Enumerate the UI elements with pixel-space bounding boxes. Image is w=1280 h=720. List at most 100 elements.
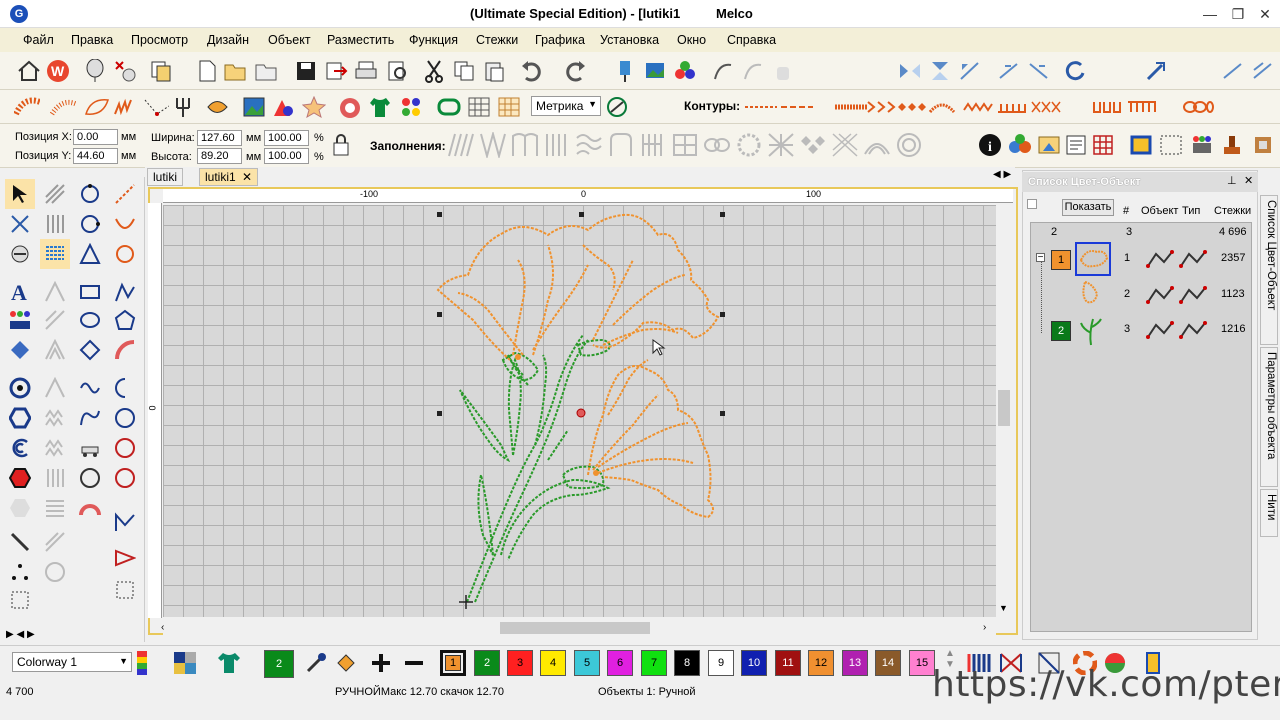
open-folder-icon[interactable] (223, 58, 249, 84)
dots-grid-icon[interactable] (1158, 132, 1184, 158)
close-icon[interactable]: ✕ (1253, 4, 1277, 24)
monogram-icon[interactable] (5, 335, 35, 365)
info-icon[interactable]: i (977, 132, 1003, 158)
grid-icon[interactable] (466, 94, 492, 120)
fill-chain-icon[interactable] (703, 132, 731, 158)
fill-gray1-icon[interactable] (40, 179, 70, 209)
team-names-icon[interactable] (5, 305, 35, 335)
picture-icon[interactable] (642, 58, 668, 84)
satin-fill-icon[interactable] (14, 94, 40, 120)
stitch-chart-icon[interactable] (1064, 132, 1090, 158)
contour-chain-icon[interactable] (1182, 94, 1214, 120)
hexagon-outline-icon[interactable] (5, 403, 35, 433)
fill-diamond-icon[interactable] (799, 132, 827, 158)
travel-icon[interactable] (710, 58, 736, 84)
contour-wave-icon[interactable] (928, 94, 956, 120)
leaf-outline-icon[interactable] (83, 94, 109, 120)
color-swatch-3[interactable]: 3 (507, 650, 533, 676)
add-color-icon[interactable] (368, 650, 394, 676)
menu-design[interactable]: Дизайн (207, 33, 249, 47)
paint-bucket-icon[interactable] (333, 650, 359, 676)
fill-gray3-icon[interactable] (40, 277, 70, 307)
fish-icon[interactable] (205, 94, 231, 120)
fill-curves-icon[interactable] (639, 132, 667, 158)
fill-column-icon[interactable] (511, 132, 539, 158)
toolbox-scroll-arrows[interactable]: ▶ ◀ ▶ (6, 629, 35, 640)
lock-icon[interactable] (328, 132, 354, 158)
frame-icon[interactable] (1037, 132, 1063, 158)
color-grid-icon[interactable] (172, 650, 198, 676)
restore-icon[interactable]: ❐ (1226, 4, 1250, 24)
color-swatch-5[interactable]: 5 (574, 650, 600, 676)
show-button[interactable]: Показать (1062, 199, 1114, 216)
wilcom-icon[interactable]: W (45, 58, 71, 84)
transform-icon[interactable] (5, 585, 35, 615)
spiral-icon[interactable] (5, 433, 35, 463)
balloon-icon[interactable] (82, 58, 108, 84)
undo-icon[interactable] (519, 58, 545, 84)
save-icon[interactable] (293, 58, 319, 84)
mirror-h-icon[interactable] (897, 58, 923, 84)
pos-x-input[interactable] (73, 129, 118, 145)
fill-motif-icon[interactable] (671, 132, 699, 158)
color-swatch-1[interactable]: 1 (440, 650, 466, 676)
color-chip[interactable]: 1 (1051, 250, 1071, 270)
contour-run-icon[interactable] (744, 94, 778, 120)
color-spools-icon[interactable] (672, 58, 698, 84)
skew2-icon[interactable] (1250, 58, 1276, 84)
fill-active-icon[interactable] (40, 239, 70, 269)
cc-icon[interactable] (75, 463, 105, 493)
scroll-down-icon[interactable]: ▼ (999, 603, 1008, 613)
fork-icon[interactable] (173, 94, 199, 120)
curve-ccw-icon[interactable] (75, 179, 105, 209)
fill-cross-icon[interactable] (767, 132, 795, 158)
contour-blanket-icon[interactable] (996, 94, 1028, 120)
color-swatch-12[interactable]: 12 (808, 650, 834, 676)
fill-gray2-icon[interactable] (40, 209, 70, 239)
image-import-icon[interactable] (241, 94, 267, 120)
menu-view[interactable]: Просмотр (131, 33, 188, 47)
color-swatch-4[interactable]: 4 (540, 650, 566, 676)
menu-stitches[interactable]: Стежки (476, 33, 518, 47)
contour-diamonds-icon[interactable] (896, 94, 926, 120)
color-wizard-icon[interactable] (1007, 132, 1033, 158)
fill-gray10-icon[interactable] (40, 493, 70, 523)
shapes-color-icon[interactable] (271, 94, 297, 120)
fill-gray12-icon[interactable] (40, 557, 70, 587)
tab-lutiki[interactable]: lutiki (147, 168, 184, 186)
height-percent-input[interactable] (264, 148, 309, 164)
contour-e-stitch-icon[interactable] (1092, 94, 1124, 120)
color-swatch-9[interactable]: 9 (708, 650, 734, 676)
color-chip[interactable]: 2 (1051, 321, 1071, 341)
ellipse-icon[interactable] (75, 305, 105, 335)
contour-bean-icon[interactable] (962, 94, 994, 120)
width-percent-input[interactable] (264, 130, 309, 146)
curve-node-icon[interactable] (110, 373, 140, 403)
fill-zigzag-icon[interactable] (479, 132, 507, 158)
design-workspace[interactable] (163, 205, 996, 617)
menu-function[interactable]: Функция (409, 33, 458, 47)
contour-satin-icon[interactable] (834, 94, 868, 120)
home-icon[interactable] (16, 58, 42, 84)
colorway-select[interactable]: Colorway 1 ▼ (12, 652, 132, 672)
fill-gray9-icon[interactable] (40, 463, 70, 493)
curve-cw-icon[interactable] (75, 209, 105, 239)
side-tab-threads[interactable]: Нити (1260, 489, 1278, 537)
reshape-icon[interactable] (5, 209, 35, 239)
curve-node2-icon[interactable] (110, 403, 140, 433)
new-file-icon[interactable] (194, 58, 220, 84)
color-object-list[interactable]: 2 3 4 696 − 1 1 2357 2 1123 2 3 1216 (1030, 222, 1252, 632)
rainbow-icon[interactable] (75, 493, 105, 523)
tab-lutiki1[interactable]: lutiki1 ✕ (199, 168, 259, 186)
embroidery-design[interactable] (163, 205, 996, 617)
circle-run-icon[interactable] (110, 239, 140, 269)
contour-blanket2-icon[interactable] (1126, 94, 1158, 120)
tshirt-icon[interactable] (367, 94, 393, 120)
mirror-both-icon[interactable] (957, 58, 983, 84)
needle-icon[interactable] (612, 58, 638, 84)
hexagon-red-icon[interactable] (5, 463, 35, 493)
run-points-icon[interactable] (143, 94, 169, 120)
color-swatch-13[interactable]: 13 (842, 650, 868, 676)
hoop-yellow-icon[interactable] (1128, 132, 1154, 158)
slant-icon[interactable] (1143, 58, 1169, 84)
